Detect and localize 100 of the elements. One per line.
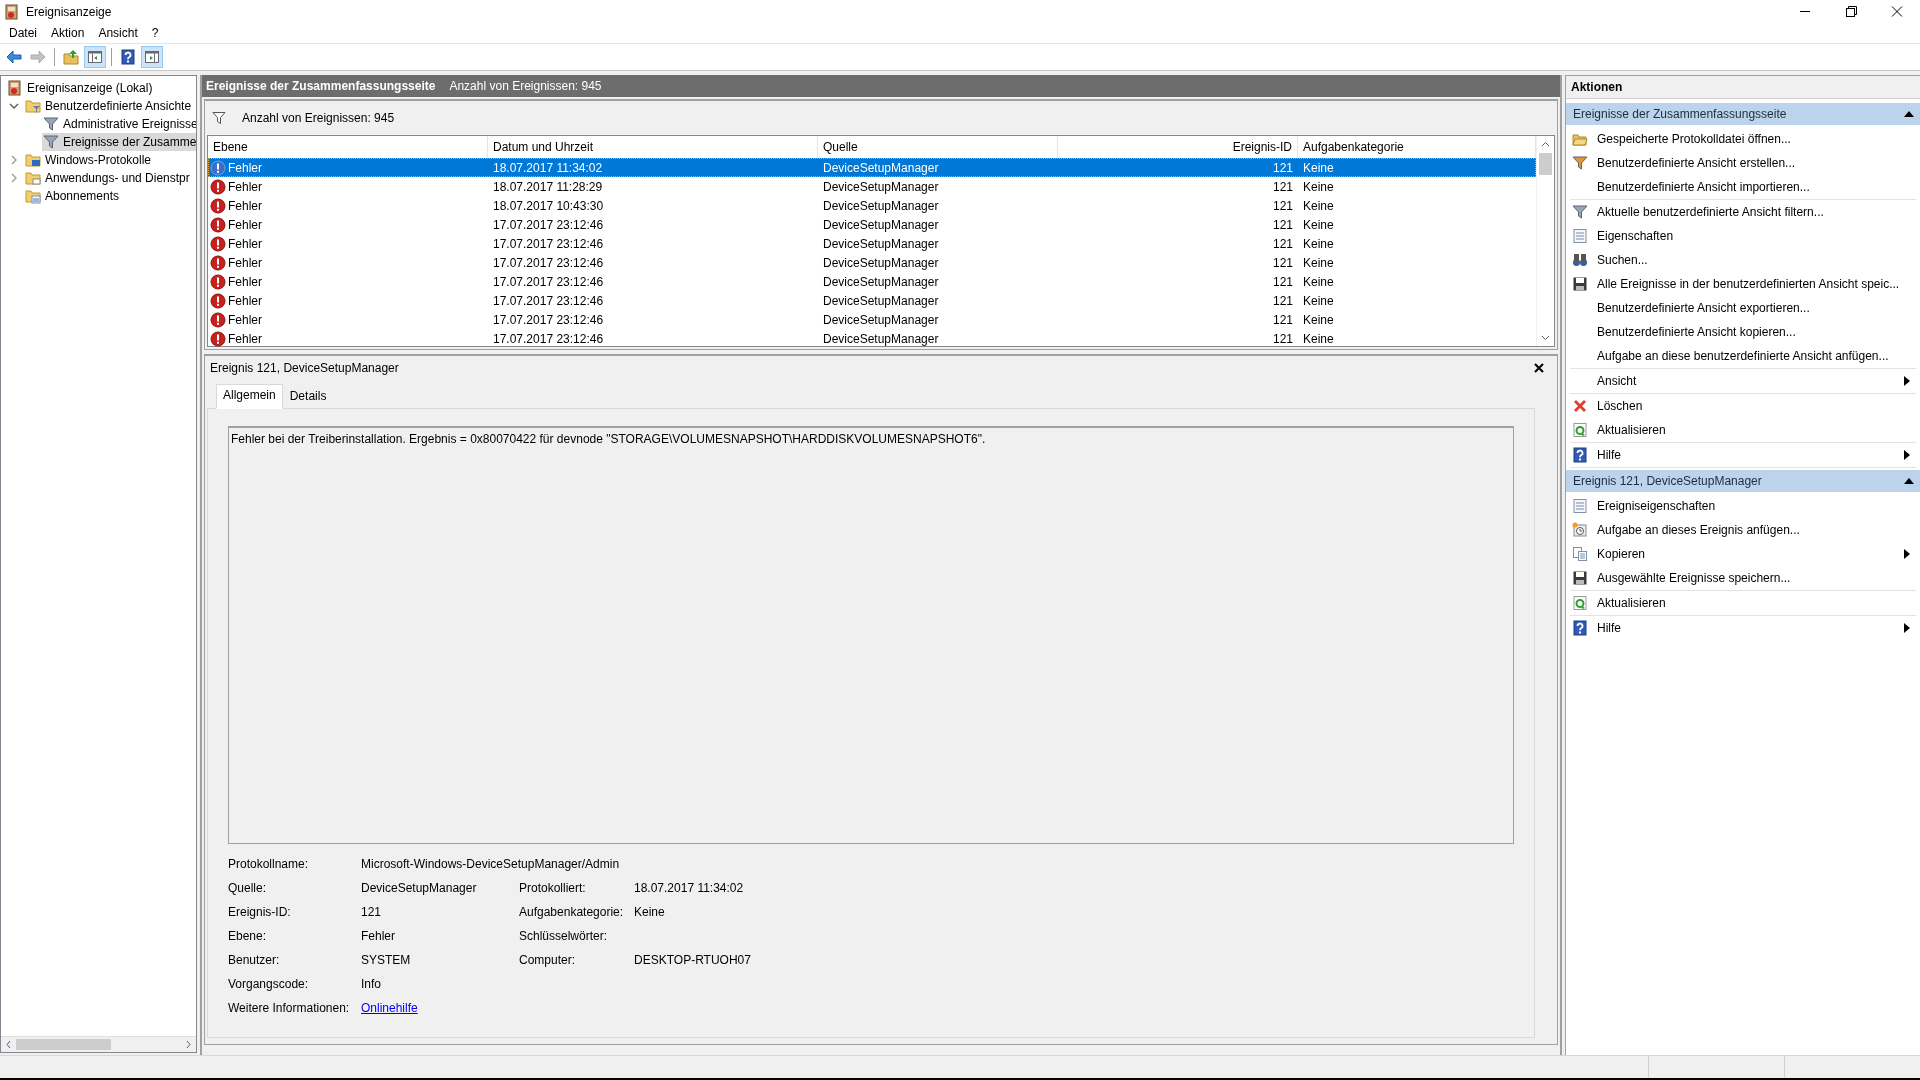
- section-header[interactable]: Ereignis 121, DeviceSetupManager: [1566, 470, 1920, 492]
- menu-item[interactable]: Datei: [2, 24, 44, 42]
- field-label: Weitere Informationen:: [228, 1001, 351, 1015]
- table-cell: Fehler: [228, 160, 262, 175]
- event-count: Anzahl von Ereignissen: 945: [449, 79, 602, 93]
- action-item[interactable]: Gespeicherte Protokolldatei öffnen...: [1570, 127, 1916, 151]
- tree-item[interactable]: Abonnements: [24, 187, 122, 205]
- folder-icon: [25, 170, 41, 186]
- table-cell-text: 18.07.2017 11:28:29: [492, 178, 604, 196]
- table-cell-text: 121: [1271, 292, 1294, 310]
- action-item[interactable]: Benutzerdefinierte Ansicht importieren...: [1570, 175, 1916, 199]
- scroll-thumb[interactable]: [1539, 153, 1552, 175]
- toolbar-button[interactable]: [141, 46, 163, 68]
- table-cell-text: DeviceSetupManager: [822, 197, 940, 215]
- action-item[interactable]: Eigenschaften: [1570, 224, 1916, 248]
- table-cell-text: Keine: [1302, 292, 1335, 310]
- pane-title: Aktionen: [1566, 75, 1920, 99]
- tree-item[interactable]: Windows-Protokolle: [24, 151, 154, 169]
- error-icon: [210, 235, 226, 252]
- event-row[interactable]: Fehler 17.07.2017 23:12:46 DeviceSetupManager 121 Keine: [208, 215, 1536, 234]
- action-item[interactable]: Ausgewählte Ereignisse speichern...: [1570, 566, 1916, 590]
- table-cell-text: 121: [1271, 273, 1294, 291]
- tree-item[interactable]: Ereignisse der Zusamme: [42, 133, 196, 151]
- folder-icon: [25, 98, 41, 114]
- menu-item[interactable]: Ansicht: [91, 24, 145, 42]
- table-cell: Fehler: [228, 179, 262, 194]
- tree-item[interactable]: Ereignisanzeige (Lokal): [6, 79, 155, 97]
- table-cell-text: Keine: [1302, 254, 1335, 272]
- table-cell-text: 17.07.2017 23:12:46: [492, 235, 605, 253]
- copy-icon: [1572, 546, 1588, 562]
- action-item[interactable]: Aktuelle benutzerdefinierte Ansicht filtern...: [1570, 200, 1916, 224]
- field-value: Fehler: [361, 929, 396, 943]
- event-row[interactable]: Fehler 17.07.2017 23:12:46 DeviceSetupManager 121 Keine: [208, 234, 1536, 253]
- table-cell-text: 17.07.2017 23:12:46: [492, 311, 605, 329]
- event-row[interactable]: Fehler 17.07.2017 23:12:46 DeviceSetupManager 121 Keine: [208, 253, 1536, 272]
- menu-item[interactable]: ?: [144, 24, 166, 42]
- event-row[interactable]: Fehler 17.07.2017 23:12:46 DeviceSetupManager 121 Keine: [208, 272, 1536, 291]
- action-item[interactable]: Alle Ereignisse in der benutzerdefinierten Ansicht speic...: [1570, 272, 1916, 296]
- action-item[interactable]: Suchen...: [1570, 248, 1916, 272]
- action-item[interactable]: Benutzerdefinierte Ansicht exportieren...: [1570, 296, 1916, 320]
- table-cell-text: 121: [1271, 311, 1294, 329]
- table-cell: Fehler: [228, 312, 262, 327]
- error-icon: [210, 216, 226, 233]
- table-cell-text: Keine: [1302, 330, 1335, 348]
- folder-icon: [25, 152, 41, 168]
- section-header[interactable]: Ereignisse der Zusammenfassungsseite: [1566, 103, 1920, 125]
- event-row[interactable]: Fehler 18.07.2017 10:43:30 DeviceSetupManager 121 Keine: [208, 196, 1536, 215]
- action-item[interactable]: Benutzerdefinierte Ansicht kopieren...: [1570, 320, 1916, 344]
- action-item[interactable]: Aufgabe an dieses Ereignis anfügen...: [1570, 518, 1916, 542]
- table-cell-text: DeviceSetupManager: [822, 216, 940, 234]
- table-cell-text: 121: [1271, 330, 1294, 348]
- action-item[interactable]: Löschen: [1570, 394, 1916, 418]
- event-row[interactable]: Fehler 17.07.2017 23:12:46 DeviceSetupManager 121 Keine: [208, 291, 1536, 310]
- toolbar-button[interactable]: [84, 46, 106, 68]
- horizontal-scrollbar[interactable]: [1, 1036, 196, 1052]
- action-item[interactable]: Hilfe: [1570, 443, 1916, 467]
- tree-item[interactable]: Benutzerdefinierte Ansichte: [24, 97, 194, 115]
- refresh-icon: [1572, 595, 1588, 611]
- table-cell-text: 17.07.2017 23:12:46: [492, 292, 605, 310]
- filter-icon: [1572, 155, 1588, 171]
- event-row[interactable]: Fehler 17.07.2017 23:12:46 DeviceSetupManager 121 Keine: [208, 329, 1536, 348]
- table-cell-text: Keine: [1302, 273, 1335, 291]
- table-cell-text: DeviceSetupManager: [822, 235, 940, 253]
- table-cell: Fehler: [228, 255, 262, 270]
- error-icon: [210, 159, 226, 176]
- field-value: 121: [361, 905, 383, 919]
- table-cell-text: DeviceSetupManager: [822, 159, 940, 177]
- action-item[interactable]: Hilfe: [1570, 616, 1916, 640]
- action-item[interactable]: Aufgabe an diese benutzerdefinierte Ansicht anfügen...: [1570, 344, 1916, 368]
- table-cell-text: Keine: [1302, 197, 1335, 215]
- scroll-thumb[interactable]: [16, 1039, 111, 1050]
- pane-toggle-icon: [87, 49, 103, 65]
- table-cell-text: DeviceSetupManager: [822, 292, 940, 310]
- action-item[interactable]: Ansicht: [1570, 369, 1916, 393]
- vertical-scrollbar[interactable]: [1536, 136, 1554, 346]
- table-cell: Fehler: [228, 198, 262, 213]
- action-item[interactable]: Ereigniseigenschaften: [1570, 494, 1916, 518]
- event-row[interactable]: Fehler 18.07.2017 11:34:02 DeviceSetupManager 121 Keine: [208, 158, 1536, 177]
- tab[interactable]: Details: [282, 385, 334, 408]
- folder-icon: [25, 188, 41, 204]
- action-item[interactable]: Aktualisieren: [1570, 591, 1916, 615]
- error-icon: [210, 197, 226, 214]
- field-label: Vorgangscode:: [228, 977, 310, 991]
- field-label: Aufgabenkategorie:: [519, 905, 625, 919]
- action-item[interactable]: Aktualisieren: [1570, 418, 1916, 442]
- event-row[interactable]: Fehler 18.07.2017 11:28:29 DeviceSetupManager 121 Keine: [208, 177, 1536, 196]
- table-cell-text: 121: [1271, 216, 1294, 234]
- tab[interactable]: Allgemein: [216, 384, 283, 409]
- field-value: Keine: [634, 905, 666, 919]
- error-icon: [210, 178, 226, 195]
- action-item[interactable]: Benutzerdefinierte Ansicht erstellen...: [1570, 151, 1916, 175]
- event-row[interactable]: Fehler 17.07.2017 23:12:46 DeviceSetupManager 121 Keine: [208, 310, 1536, 329]
- action-item[interactable]: Kopieren: [1570, 542, 1916, 566]
- field-label: Computer:: [519, 953, 577, 967]
- help-link[interactable]: Onlinehilfe: [361, 1001, 418, 1015]
- tree-item[interactable]: Anwendungs- und Dienstpr: [24, 169, 192, 187]
- menu-item[interactable]: Aktion: [44, 24, 92, 42]
- table-cell-text: Keine: [1302, 311, 1335, 329]
- error-icon: [210, 292, 226, 309]
- help-icon: [1572, 447, 1588, 463]
